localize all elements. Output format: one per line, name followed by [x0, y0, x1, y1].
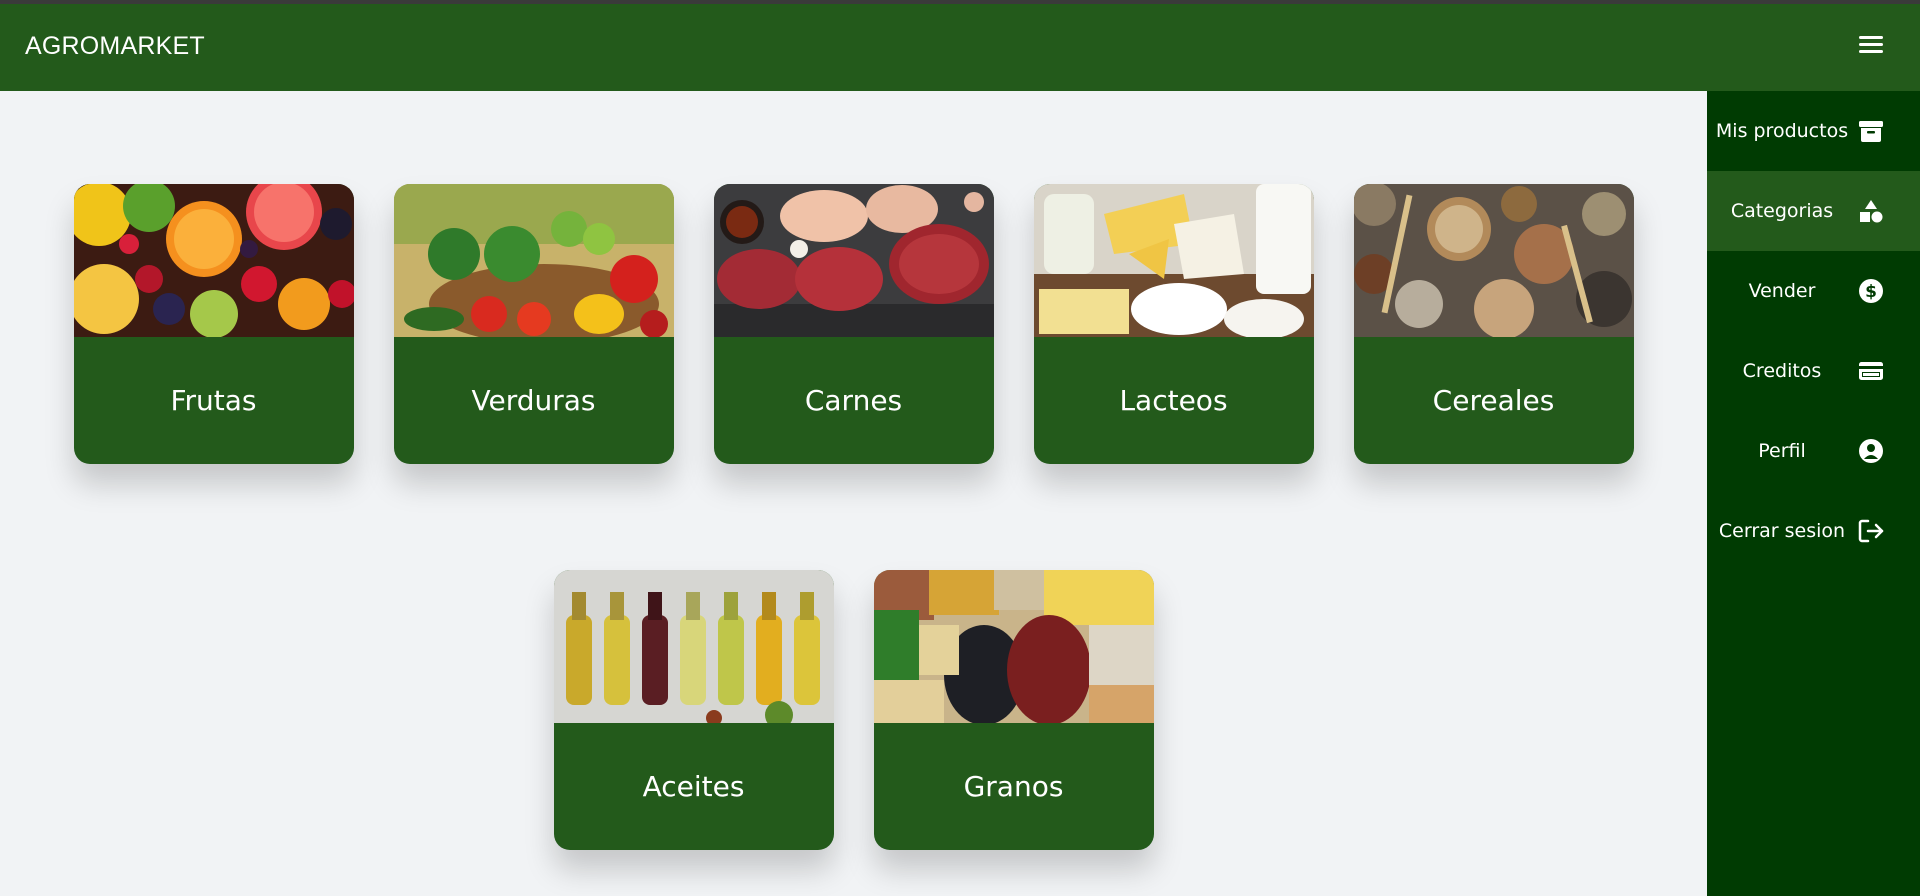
categories-grid: Frutas Verduras Carnes Lacteos Cereales …: [0, 91, 1707, 896]
fruits-image: [73, 184, 354, 337]
sidebar-item-categorias[interactable]: Categorias: [1707, 171, 1920, 251]
categories-row: Aceites Granos: [0, 570, 1707, 850]
sidebar-item-creditos[interactable]: Creditos: [1707, 331, 1920, 411]
category-label: Lacteos: [1119, 384, 1228, 417]
vegetables-image: [393, 184, 674, 337]
sidebar-item-mis-productos[interactable]: Mis productos: [1707, 91, 1920, 171]
category-card-cereales[interactable]: Cereales: [1353, 184, 1634, 464]
svg-text:$: $: [1865, 282, 1877, 302]
category-card-aceites[interactable]: Aceites: [553, 570, 834, 850]
hamburger-menu-icon[interactable]: [1856, 30, 1886, 60]
category-card-lacteos[interactable]: Lacteos: [1033, 184, 1314, 464]
category-card-granos[interactable]: Granos: [873, 570, 1154, 850]
category-label: Granos: [963, 770, 1064, 803]
sidebar-item-label: Creditos: [1742, 359, 1822, 382]
sidebar-item-label: Perfil: [1758, 439, 1806, 462]
category-label: Frutas: [170, 384, 257, 417]
sidebar-item-label: Mis productos: [1715, 119, 1849, 142]
sidebar-item-label: Cerrar sesion: [1718, 519, 1846, 542]
cereals-image: [1353, 184, 1634, 337]
category-label: Verduras: [471, 384, 596, 417]
top-navbar: AGROMARKET: [0, 4, 1920, 91]
category-label: Cereales: [1432, 384, 1555, 417]
category-card-frutas[interactable]: Frutas: [73, 184, 354, 464]
shapes-icon: [1860, 200, 1883, 223]
sidebar-item-label: Categorias: [1730, 199, 1834, 222]
grains-image: [873, 570, 1154, 723]
archive-icon: [1859, 121, 1883, 142]
dairy-image: [1033, 184, 1314, 337]
brand-logo[interactable]: AGROMARKET: [25, 32, 205, 61]
category-label: Aceites: [642, 770, 745, 803]
meats-image: [713, 184, 994, 337]
oils-image: [553, 570, 834, 723]
sidebar-menu: Mis productos Categorias Vender $ Credit…: [1707, 91, 1920, 896]
sidebar-item-label: Vender: [1748, 279, 1816, 302]
dollar-icon: $: [1859, 279, 1883, 303]
user-circle-icon: [1859, 439, 1883, 463]
credit-card-icon: [1859, 362, 1883, 380]
category-card-carnes[interactable]: Carnes: [713, 184, 994, 464]
sidebar-item-cerrar-sesion[interactable]: Cerrar sesion: [1707, 491, 1920, 571]
category-label: Carnes: [804, 384, 903, 417]
sidebar-item-vender[interactable]: Vender $: [1707, 251, 1920, 331]
logout-icon: [1858, 519, 1884, 543]
categories-row: Frutas Verduras Carnes Lacteos Cereales: [0, 184, 1707, 464]
category-card-verduras[interactable]: Verduras: [393, 184, 674, 464]
sidebar-item-perfil[interactable]: Perfil: [1707, 411, 1920, 491]
